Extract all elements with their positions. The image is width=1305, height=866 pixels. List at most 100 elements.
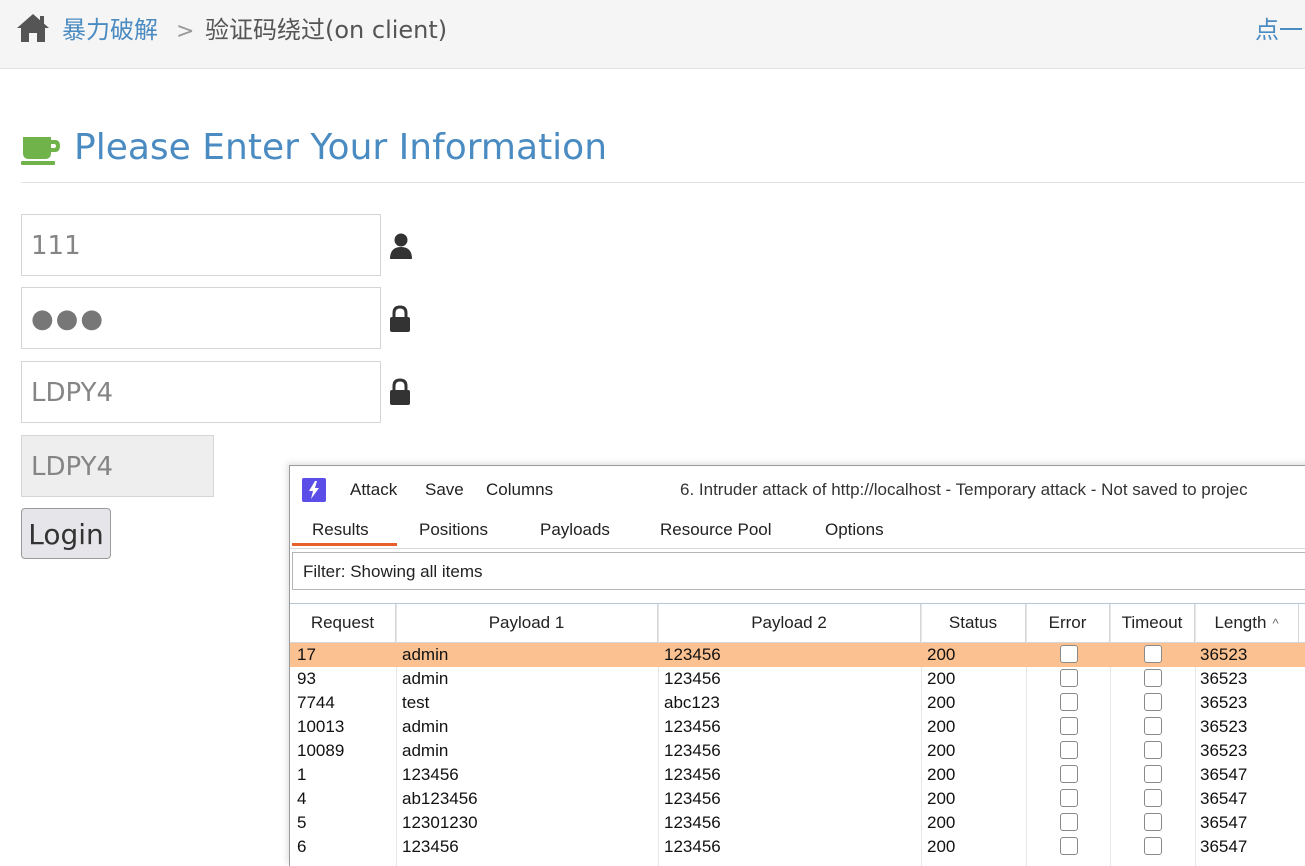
cell-request: 10089 bbox=[297, 741, 345, 760]
home-icon[interactable] bbox=[16, 12, 50, 44]
breadcrumb-current: 验证码绕过(on client) bbox=[205, 16, 448, 44]
cell-payload1: ab123456 bbox=[402, 789, 478, 808]
username-field[interactable]: 111 bbox=[21, 214, 381, 276]
column-header-payload1[interactable]: Payload 1 bbox=[396, 604, 658, 642]
column-header-request[interactable]: Request bbox=[290, 604, 396, 642]
timeout-checkbox[interactable] bbox=[1144, 741, 1162, 759]
table-row[interactable]: 7744 test abc123 200 36523 bbox=[290, 691, 1305, 715]
error-checkbox[interactable] bbox=[1060, 693, 1078, 711]
cell-status: 200 bbox=[927, 741, 956, 760]
tab-results[interactable]: Results bbox=[312, 520, 369, 540]
breadcrumb-separator: > bbox=[176, 19, 195, 44]
user-icon bbox=[390, 233, 412, 259]
table-row[interactable]: 5 12301230 123456 200 36547 bbox=[290, 811, 1305, 835]
cell-payload1: admin bbox=[402, 741, 449, 760]
filter-bar[interactable]: Filter: Showing all items bbox=[292, 552, 1305, 590]
burp-menubar: Attack Save Columns 6. Intruder attack o… bbox=[290, 466, 1305, 512]
timeout-checkbox[interactable] bbox=[1144, 813, 1162, 831]
menu-attack[interactable]: Attack bbox=[350, 480, 397, 500]
breadcrumb-link[interactable]: 暴力破解 bbox=[62, 14, 158, 46]
cell-request: 17 bbox=[297, 645, 316, 664]
error-checkbox[interactable] bbox=[1060, 645, 1078, 663]
cell-payload2: 123456 bbox=[664, 669, 721, 688]
cell-payload1: test bbox=[402, 693, 430, 712]
cell-length: 36547 bbox=[1200, 765, 1248, 784]
column-header-error[interactable]: Error bbox=[1026, 604, 1110, 642]
cell-payload2: abc123 bbox=[664, 693, 720, 712]
tab-options[interactable]: Options bbox=[825, 520, 884, 540]
cell-length: 36523 bbox=[1200, 693, 1248, 712]
cell-request: 10013 bbox=[297, 717, 345, 736]
cell-payload2: 123456 bbox=[664, 789, 721, 808]
sort-ascending-icon: ^ bbox=[1272, 616, 1279, 631]
tab-payloads[interactable]: Payloads bbox=[540, 520, 610, 540]
cell-status: 200 bbox=[927, 717, 956, 736]
lock-icon bbox=[390, 305, 410, 332]
cell-status: 200 bbox=[927, 669, 956, 688]
timeout-checkbox[interactable] bbox=[1144, 645, 1162, 663]
column-header-timeout[interactable]: Timeout bbox=[1110, 604, 1195, 642]
cell-payload1: 12301230 bbox=[402, 813, 478, 832]
cell-payload1: 123456 bbox=[402, 765, 459, 784]
timeout-checkbox[interactable] bbox=[1144, 669, 1162, 687]
cell-length: 36547 bbox=[1200, 813, 1248, 832]
table-row[interactable]: 1 123456 123456 200 36547 bbox=[290, 763, 1305, 787]
cell-length: 36523 bbox=[1200, 645, 1248, 664]
error-checkbox[interactable] bbox=[1060, 741, 1078, 759]
timeout-checkbox[interactable] bbox=[1144, 765, 1162, 783]
cell-payload1: admin bbox=[402, 669, 449, 688]
captcha-display[interactable]: LDPY4 bbox=[21, 435, 214, 497]
cell-status: 200 bbox=[927, 813, 956, 832]
menu-columns[interactable]: Columns bbox=[486, 480, 553, 500]
error-checkbox[interactable] bbox=[1060, 765, 1078, 783]
tab-resource-pool[interactable]: Resource Pool bbox=[660, 520, 772, 540]
column-header-status[interactable]: Status bbox=[921, 604, 1026, 642]
timeout-checkbox[interactable] bbox=[1144, 693, 1162, 711]
cell-payload2: 123456 bbox=[664, 813, 721, 832]
cell-request: 6 bbox=[297, 837, 307, 856]
tab-bar: Results Positions Payloads Resource Pool… bbox=[290, 514, 1305, 549]
cell-payload2: 123456 bbox=[664, 741, 721, 760]
menu-save[interactable]: Save bbox=[425, 480, 464, 500]
table-row[interactable]: 17 admin 123456 200 36523 bbox=[290, 643, 1305, 667]
cell-request: 1 bbox=[297, 765, 307, 784]
cell-status: 200 bbox=[927, 765, 956, 784]
error-checkbox[interactable] bbox=[1060, 669, 1078, 687]
cell-length: 36547 bbox=[1200, 789, 1248, 808]
cell-request: 4 bbox=[297, 789, 307, 808]
active-tab-indicator bbox=[292, 543, 397, 546]
timeout-checkbox[interactable] bbox=[1144, 789, 1162, 807]
column-header-payload2[interactable]: Payload 2 bbox=[658, 604, 921, 642]
burp-logo-icon bbox=[302, 478, 326, 502]
table-row[interactable]: 10089 admin 123456 200 36523 bbox=[290, 739, 1305, 763]
cell-payload1: admin bbox=[402, 645, 449, 664]
cell-payload2: 123456 bbox=[664, 837, 721, 856]
topbar-right-link[interactable]: 点一 bbox=[1255, 14, 1303, 46]
column-header-length[interactable]: Length ^ bbox=[1195, 604, 1299, 642]
burp-intruder-window: Attack Save Columns 6. Intruder attack o… bbox=[289, 465, 1305, 866]
cell-payload1: admin bbox=[402, 717, 449, 736]
table-row[interactable]: 93 admin 123456 200 36523 bbox=[290, 667, 1305, 691]
tab-positions[interactable]: Positions bbox=[419, 520, 488, 540]
timeout-checkbox[interactable] bbox=[1144, 717, 1162, 735]
cell-request: 5 bbox=[297, 813, 307, 832]
breadcrumb-bar: 暴力破解 > 验证码绕过(on client) 点一 bbox=[0, 0, 1305, 69]
error-checkbox[interactable] bbox=[1060, 717, 1078, 735]
table-row[interactable]: 6 123456 123456 200 36547 bbox=[290, 835, 1305, 859]
captcha-input[interactable]: LDPY4 bbox=[21, 361, 381, 423]
cell-payload1: 123456 bbox=[402, 837, 459, 856]
login-button[interactable]: Login bbox=[21, 508, 111, 559]
cell-payload2: 123456 bbox=[664, 717, 721, 736]
error-checkbox[interactable] bbox=[1060, 789, 1078, 807]
cell-length: 36547 bbox=[1200, 837, 1248, 856]
table-row[interactable]: 4 ab123456 123456 200 36547 bbox=[290, 787, 1305, 811]
cell-request: 7744 bbox=[297, 693, 335, 712]
table-row[interactable]: 10013 admin 123456 200 36523 bbox=[290, 715, 1305, 739]
cell-length: 36523 bbox=[1200, 741, 1248, 760]
password-field[interactable]: ●●● bbox=[21, 287, 381, 349]
error-checkbox[interactable] bbox=[1060, 837, 1078, 855]
cell-request: 93 bbox=[297, 669, 316, 688]
error-checkbox[interactable] bbox=[1060, 813, 1078, 831]
title-divider bbox=[21, 182, 1305, 183]
timeout-checkbox[interactable] bbox=[1144, 837, 1162, 855]
